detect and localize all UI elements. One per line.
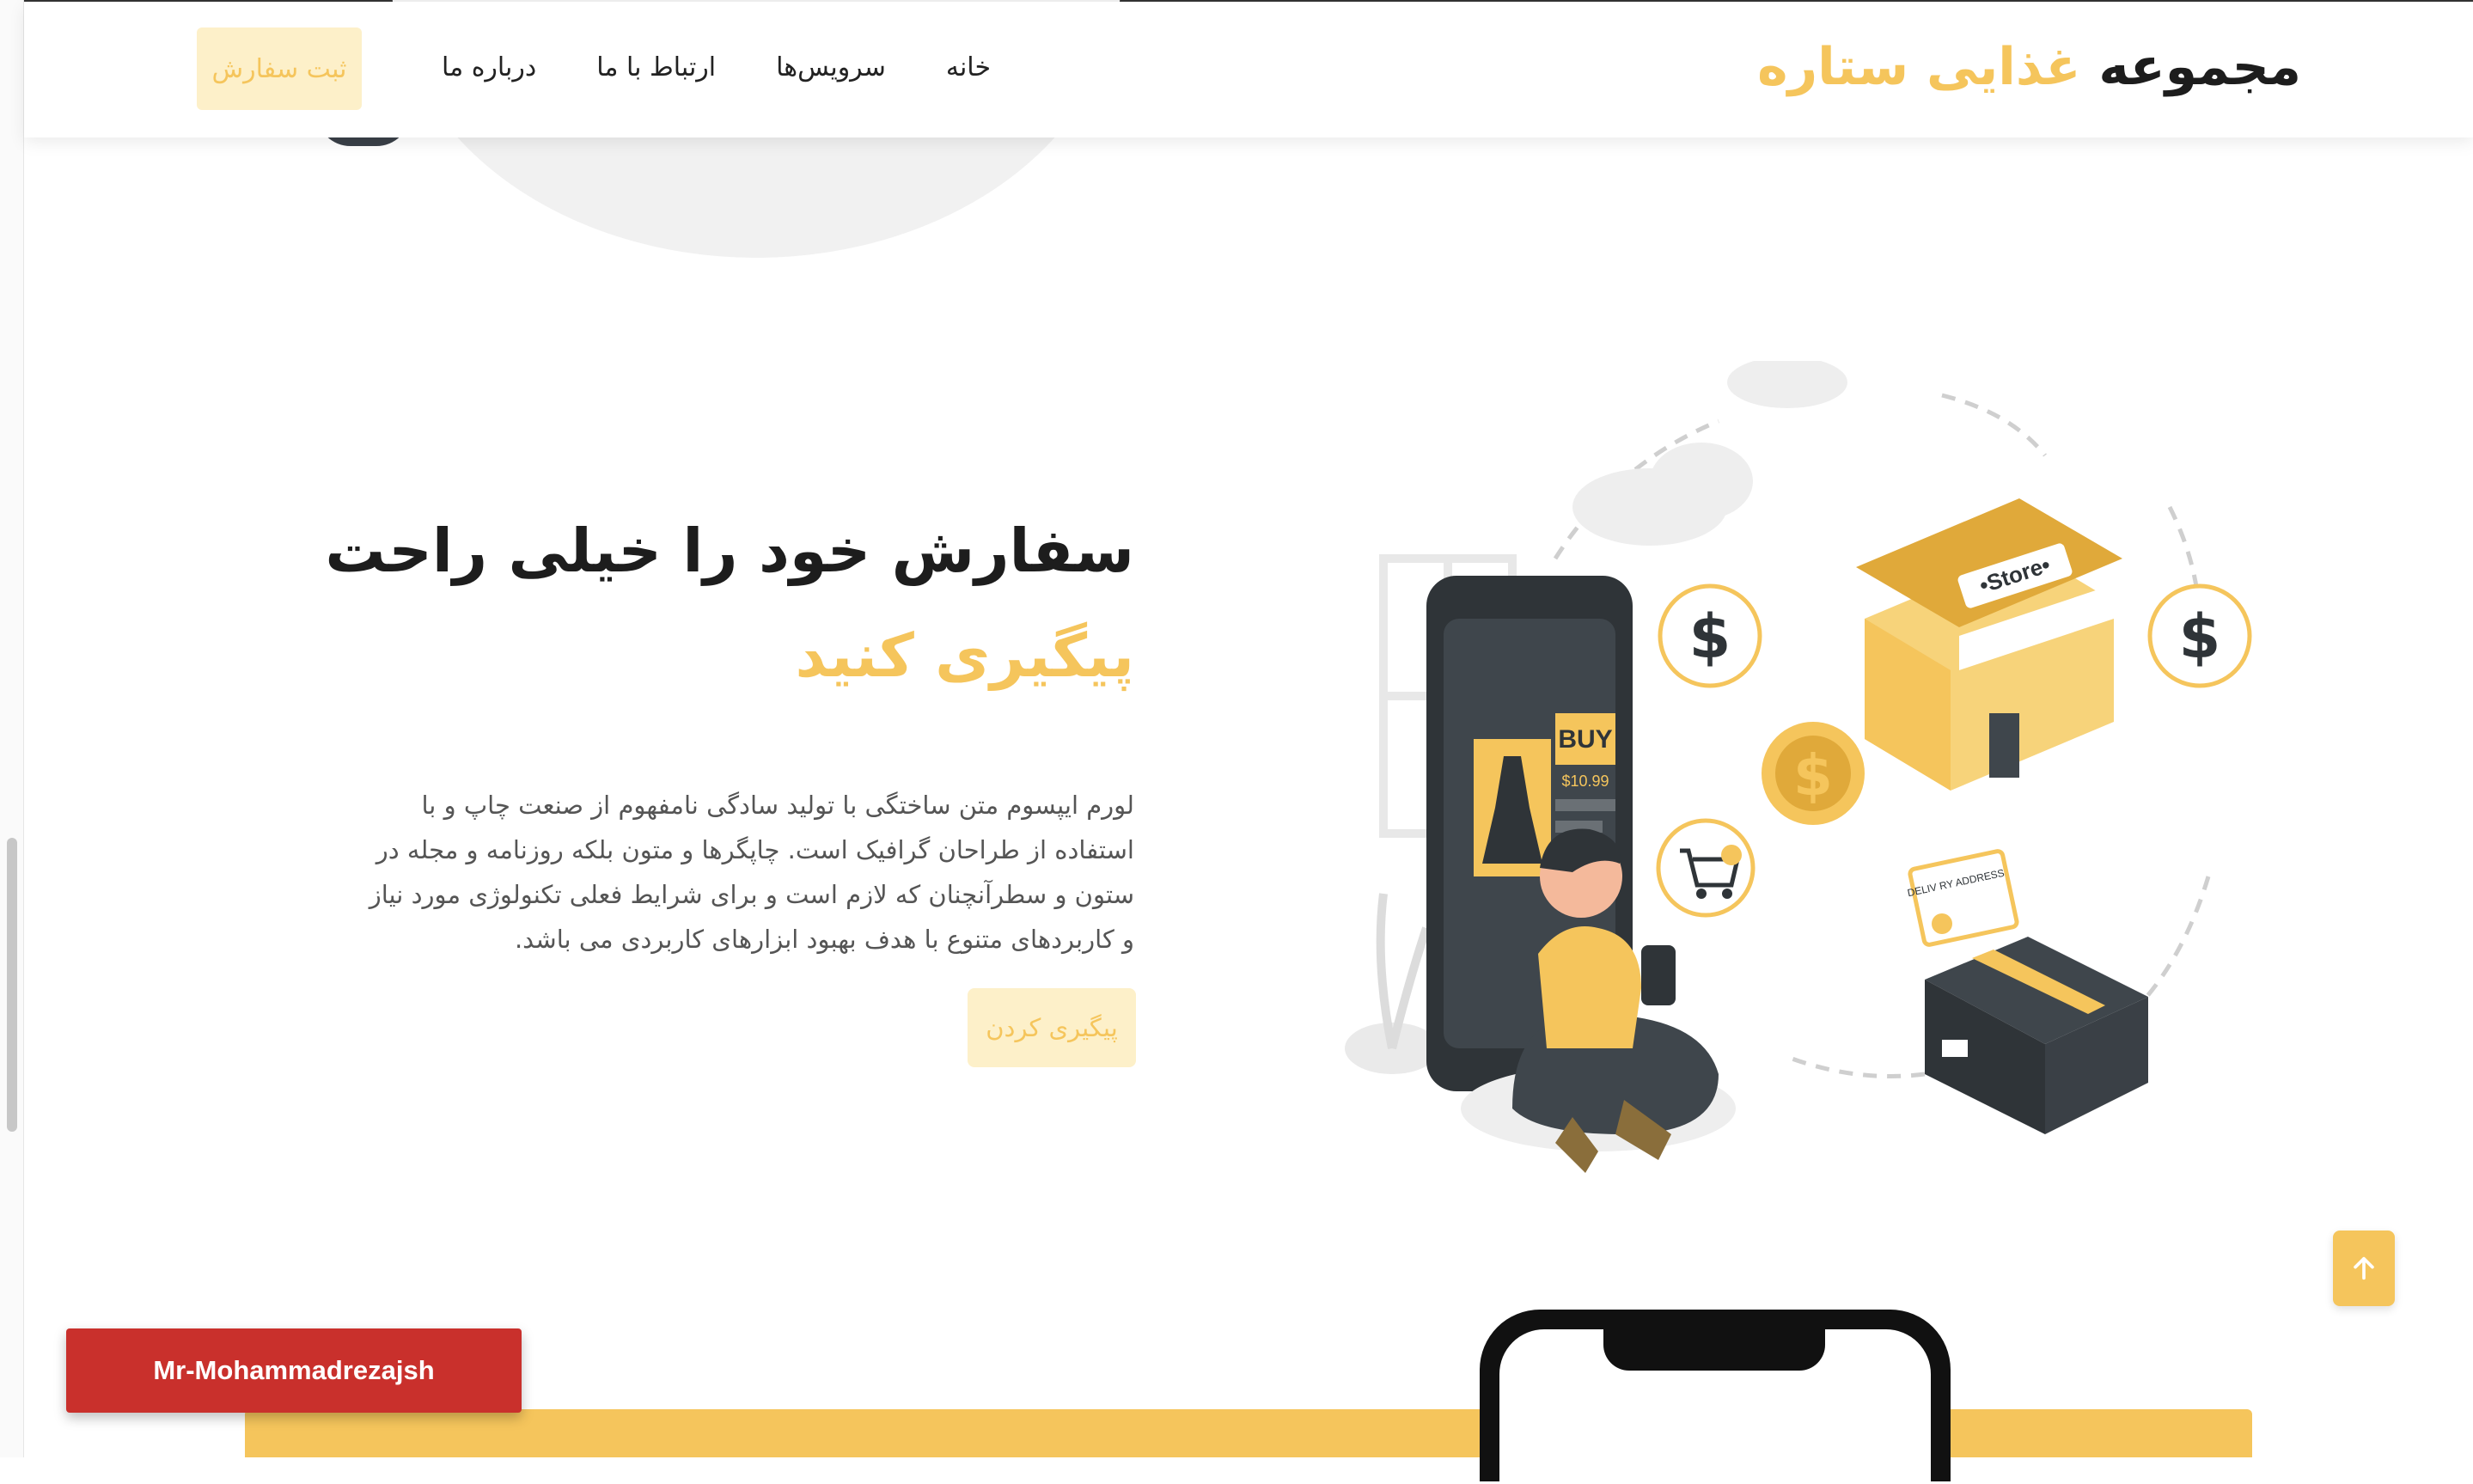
svg-text:$: $ <box>2179 602 2221 672</box>
nav-item-contact[interactable]: ارتباط با ما <box>596 52 716 82</box>
track-order-button[interactable]: پیگیری کردن <box>968 988 1136 1067</box>
store-building-illustration: •Store• <box>1856 498 2122 791</box>
author-credit-badge[interactable]: Mr-Mohammadrezajsh <box>66 1328 522 1413</box>
page-scrollbar-thumb[interactable] <box>7 838 17 1132</box>
scroll-to-top-button[interactable] <box>2333 1231 2395 1306</box>
cloud-icon <box>1572 361 1847 546</box>
plant-icon <box>1345 893 1439 1074</box>
phone-mockup-notch <box>1603 1329 1825 1371</box>
brand-main-text: مجموعه <box>2098 37 2301 97</box>
order-tracking-illustration: BUY $10.99 $ $ $ •Store• DELIV RY ADDRES… <box>1345 361 2252 1173</box>
delivery-address-card: DELIV RY ADDRESS <box>1906 849 2019 947</box>
arrow-up-icon <box>2354 1256 2374 1280</box>
nav-item-home[interactable]: خانه <box>946 52 991 82</box>
nav-item-about[interactable]: درباره ما <box>442 52 536 82</box>
page-scrollbar-track[interactable] <box>0 0 24 1457</box>
download-app-banner <box>245 1409 2252 1457</box>
delivery-box-illustration <box>1925 937 2148 1134</box>
brand-accent-text: غذایی ستاره <box>1757 37 2081 97</box>
site-header: مجموعه غذایی ستاره خانه سرویس‌ها ارتباط … <box>24 2 2473 137</box>
svg-text:$: $ <box>1793 742 1833 809</box>
svg-text:$: $ <box>1689 602 1731 672</box>
hero-title-accent: پیگیری کنید <box>795 620 1134 691</box>
submit-order-button[interactable]: ثبت سفارش <box>197 27 362 110</box>
shopping-cart-icon <box>1656 818 1756 918</box>
main-navigation: خانه سرویس‌ها ارتباط با ما درباره ما <box>442 43 991 91</box>
brand-logo[interactable]: مجموعه غذایی ستاره <box>1757 33 2301 101</box>
buy-label: BUY <box>1558 725 1612 754</box>
nav-item-services[interactable]: سرویس‌ها <box>776 52 886 82</box>
price-label: $10.99 <box>1561 773 1609 790</box>
hero-description: لورم ایپسوم متن ساختگی با تولید سادگی نا… <box>369 791 1134 954</box>
hero-title: سفارش خود را خیلی راحت <box>325 516 1134 586</box>
